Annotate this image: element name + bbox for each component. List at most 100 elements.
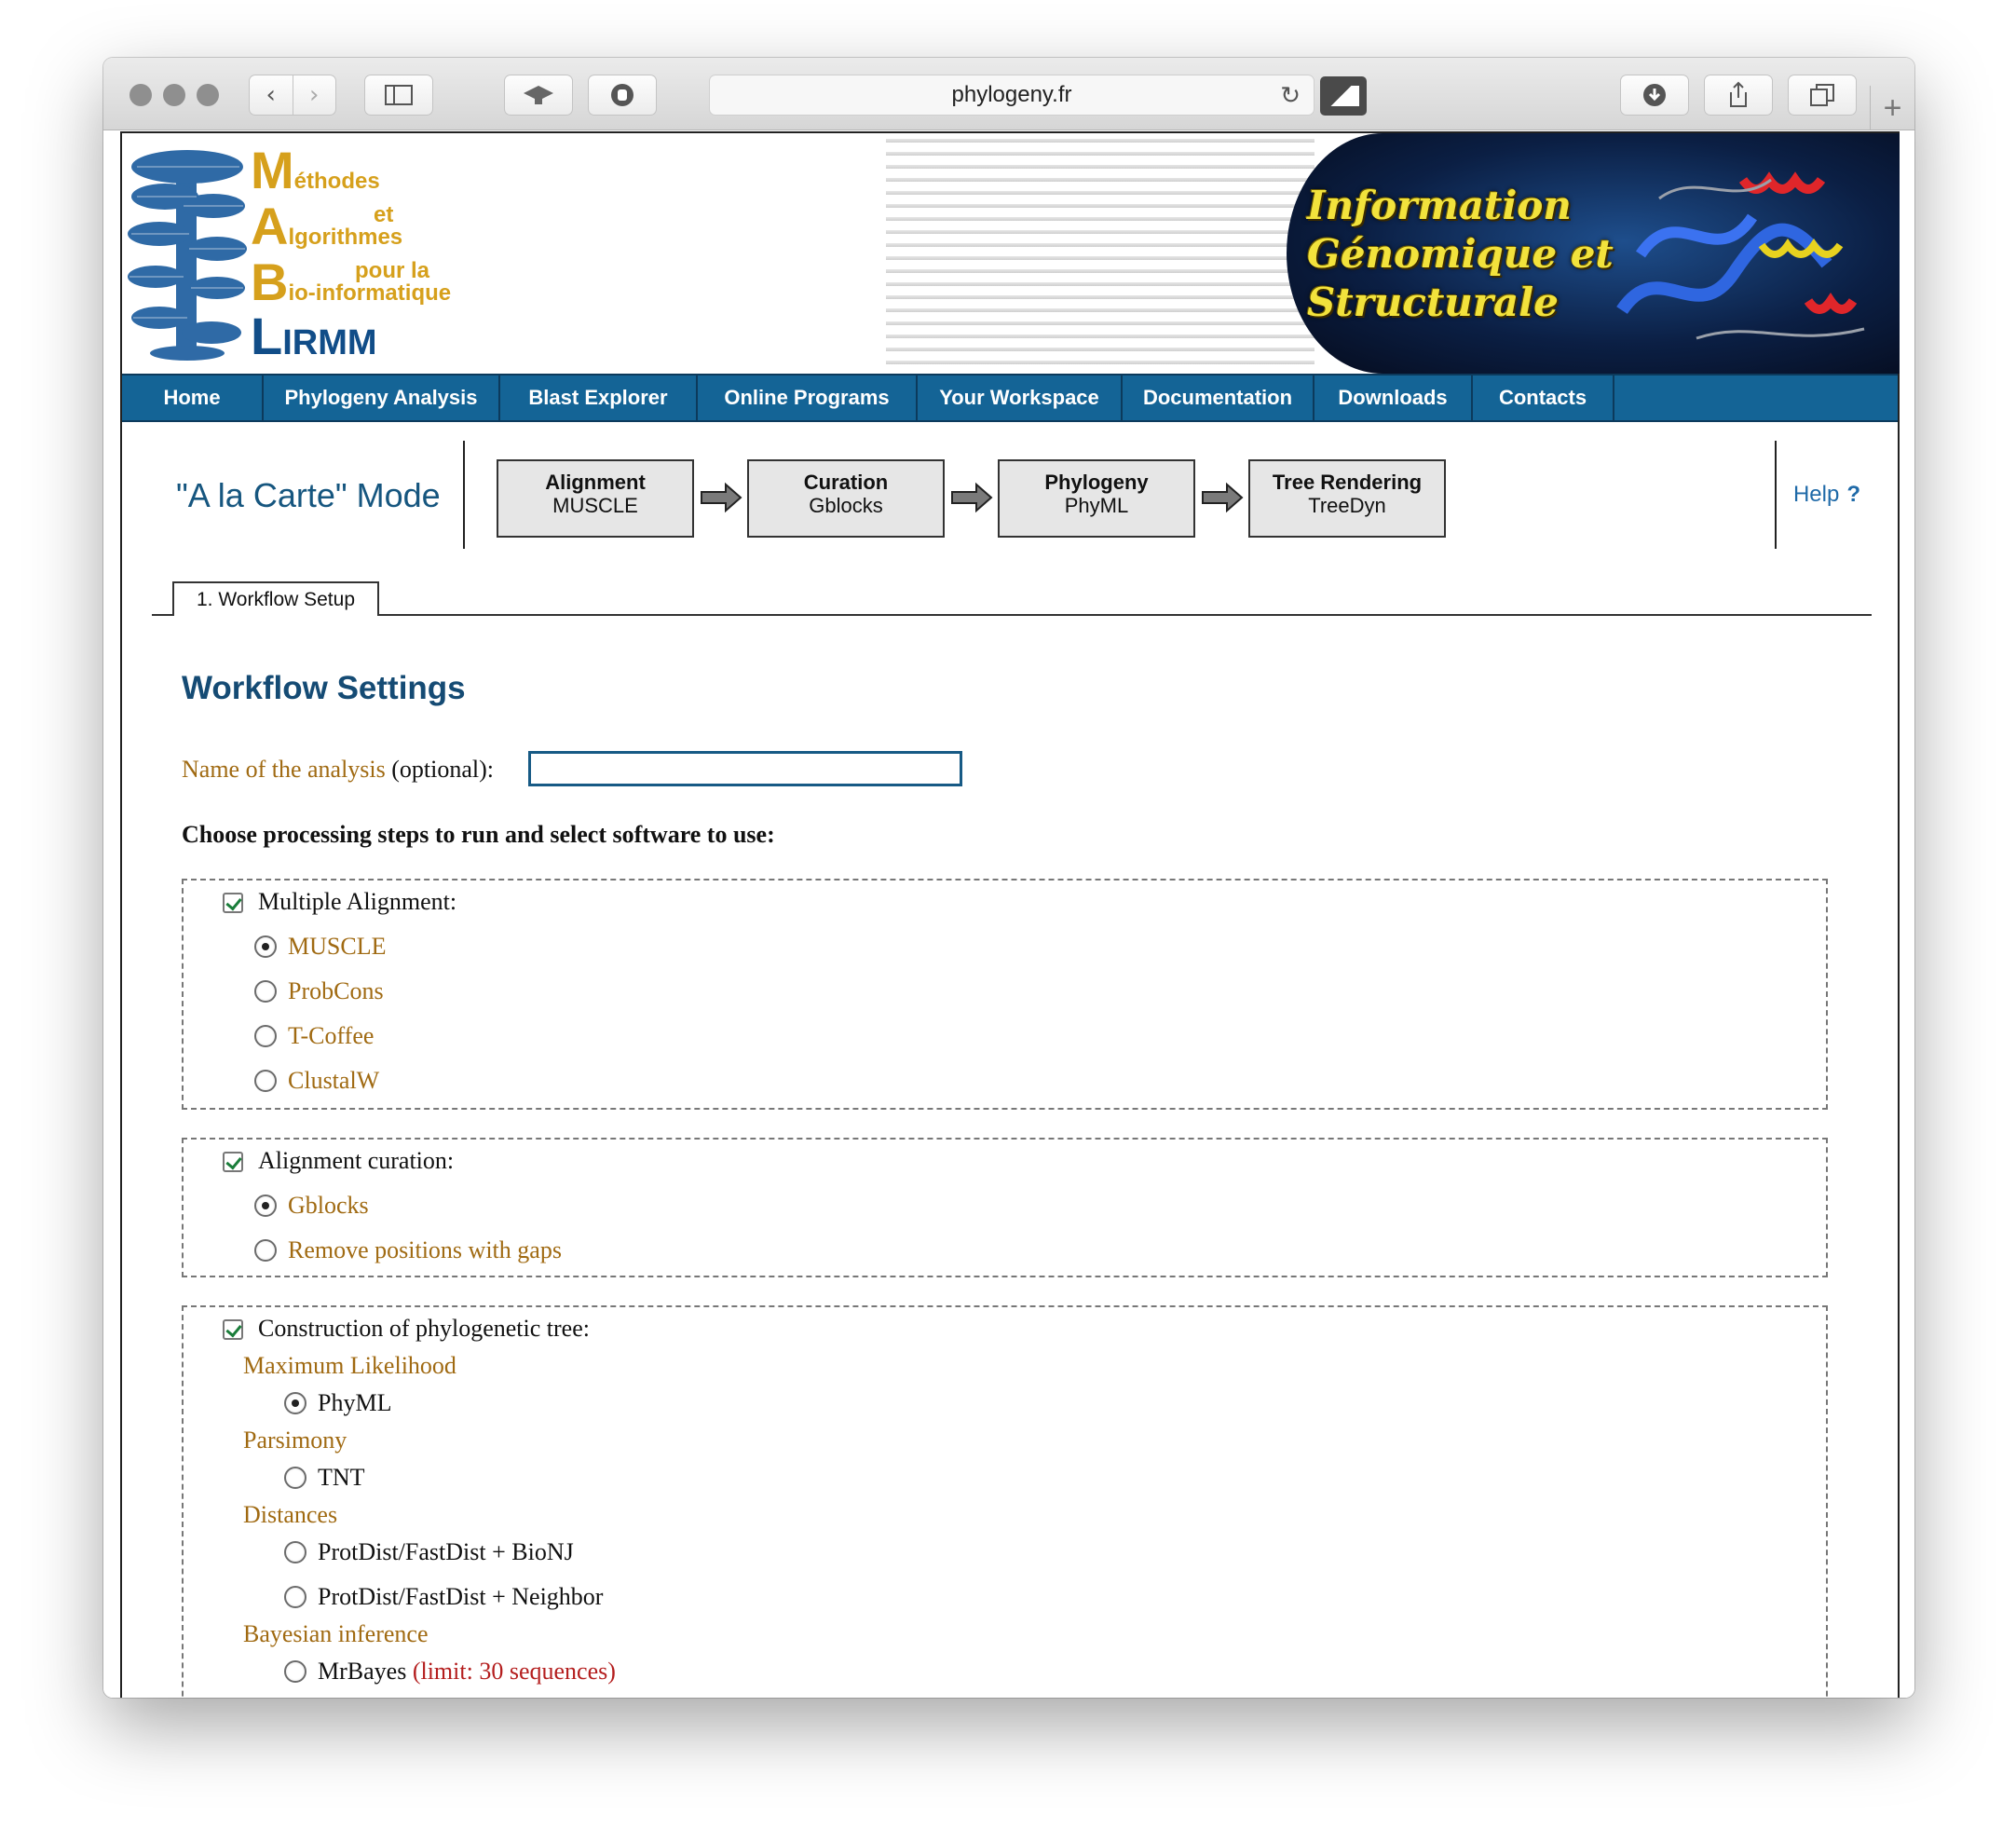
forward-button[interactable]: › [293,75,336,115]
step-phylogeny[interactable]: Phylogeny PhyML [998,459,1195,538]
alignment-checkbox[interactable] [223,893,243,913]
step-alignment-title: Alignment [545,471,646,494]
mrbayes-limit-note: (limit: 30 sequences) [412,1658,616,1685]
logo-initial-l: L [251,307,283,365]
logo-initial-b: B [251,253,289,311]
back-button[interactable]: ‹ [250,75,293,115]
phyml-option[interactable]: PhyML [318,1389,391,1417]
arrow-right-icon [701,482,742,513]
tree-construction-checkbox[interactable] [223,1319,243,1340]
clustalw-option[interactable]: ClustalW [288,1067,379,1095]
mabi-logo-text: Méthodes et Algorithmes pour la Bio-info… [251,144,493,368]
step-phylogeny-tool: PhyML [1064,494,1129,517]
nav-blast-explorer[interactable]: Blast Explorer [500,375,698,420]
hand-stop-icon [611,84,633,106]
step-tree-rendering[interactable]: Tree Rendering TreeDyn [1248,459,1446,538]
bionj-option[interactable]: ProtDist/FastDist + BioNJ [318,1538,574,1566]
logo-word-methodes: éthodes [293,169,380,194]
gblocks-radio[interactable] [254,1195,277,1217]
mrbayes-option[interactable]: MrBayes (limit: 30 sequences) [318,1658,616,1686]
help-link[interactable]: Help ? [1793,482,1860,508]
nav-online-programs[interactable]: Online Programs [698,375,918,420]
probcons-option[interactable]: ProbCons [288,977,384,1005]
tcoffee-option[interactable]: T-Coffee [288,1022,374,1050]
reload-icon[interactable]: ↻ [1280,81,1301,110]
phyml-radio[interactable] [284,1392,306,1414]
sidebar-button[interactable] [364,75,433,116]
arrow-right-icon [1202,482,1244,513]
chevron-left-icon: ‹ [266,81,276,109]
question-mark-icon: ? [1846,482,1860,507]
neighbor-radio[interactable] [284,1586,306,1608]
nav-downloads[interactable]: Downloads [1314,375,1473,420]
main-nav: Home Phylogeny Analysis Blast Explorer O… [122,374,1898,422]
close-window-button[interactable] [129,84,152,106]
probcons-radio[interactable] [254,980,277,1003]
extension-button[interactable] [504,75,573,116]
browser-window: ‹ › phylogeny.fr ↻ + Méthodes et Algorit… [103,58,1914,1698]
tree-logo-icon [128,150,247,361]
tcoffee-radio[interactable] [254,1025,277,1047]
nav-phylogeny-analysis[interactable]: Phylogeny Analysis [264,375,500,420]
address-bar[interactable]: phylogeny.fr ↻ [709,75,1314,116]
clustalw-radio[interactable] [254,1070,277,1092]
downloads-button[interactable] [1620,75,1689,116]
mode-divider-left [463,441,465,549]
curation-checkbox[interactable] [223,1152,243,1172]
neighbor-option[interactable]: ProtDist/FastDist + Neighbor [318,1583,603,1611]
remove-gaps-radio[interactable] [254,1239,277,1262]
screenshot-extension-icon[interactable] [1320,76,1367,116]
tnt-option[interactable]: TNT [318,1464,365,1492]
group-bayesian-inference: Bayesian inference [243,1620,429,1647]
bionj-radio[interactable] [284,1541,306,1563]
tabs-icon [1810,84,1834,106]
muscle-option[interactable]: MUSCLE [288,933,386,961]
mode-title: "A la Carte" Mode [176,476,441,514]
step-tree-rendering-title: Tree Rendering [1272,471,1423,494]
tree-construction-label: Construction of phylogenetic tree: [258,1315,590,1342]
mrbayes-radio[interactable] [284,1660,306,1683]
logo-initial-a: A [251,197,289,255]
dna-sequence-background [886,133,1314,374]
share-button[interactable] [1704,75,1773,116]
step-alignment-tool: MUSCLE [552,494,638,517]
tree-construction-section: Construction of phylogenetic tree: Maxim… [182,1305,1828,1698]
analysis-name-label-text: Name of the analysis [182,756,386,783]
zoom-window-button[interactable] [197,84,219,106]
nav-home[interactable]: Home [122,375,264,420]
step-curation[interactable]: Curation Gblocks [747,459,945,538]
adblock-button[interactable] [588,75,657,116]
muscle-radio[interactable] [254,935,277,958]
minimize-window-button[interactable] [163,84,185,106]
analysis-name-input[interactable] [528,751,962,786]
step-phylogeny-title: Phylogeny [1044,471,1149,494]
plus-icon: + [1883,89,1902,126]
nav-your-workspace[interactable]: Your Workspace [918,375,1123,420]
gblocks-option[interactable]: Gblocks [288,1192,369,1220]
tab-workflow-setup[interactable]: 1. Workflow Setup [172,581,379,616]
step-alignment[interactable]: Alignment MUSCLE [497,459,694,538]
alignment-section: Multiple Alignment: MUSCLE ProbCons T-Co… [182,879,1828,1110]
remove-gaps-option[interactable]: Remove positions with gaps [288,1236,562,1264]
tnt-radio[interactable] [284,1467,306,1489]
group-parsimony: Parsimony [243,1427,347,1454]
logo-word-lirmm: IRMM [282,323,377,362]
site-banner: Méthodes et Algorithmes pour la Bio-info… [122,133,1900,374]
page-viewport: Méthodes et Algorithmes pour la Bio-info… [103,131,1914,1698]
nav-contacts[interactable]: Contacts [1473,375,1614,420]
url-text: phylogeny.fr [951,82,1072,107]
group-maximum-likelihood: Maximum Likelihood [243,1352,456,1379]
logo-word-algorithmes: lgorithmes [288,225,403,250]
mrbayes-label: MrBayes [318,1658,407,1685]
step-curation-tool: Gblocks [809,494,883,517]
analysis-name-label: Name of the analysis (optional): [182,756,494,784]
alignment-label: Multiple Alignment: [258,888,457,915]
mode-divider-right [1775,441,1777,549]
choose-steps-instruction: Choose processing steps to run and selec… [182,821,775,848]
new-tab-button[interactable]: + [1870,86,1914,130]
tabs-overview-button[interactable] [1788,75,1857,116]
nav-documentation[interactable]: Documentation [1123,375,1314,420]
step-curation-title: Curation [803,471,889,494]
share-icon [1730,81,1747,107]
curation-label: Alignment curation: [258,1147,455,1174]
